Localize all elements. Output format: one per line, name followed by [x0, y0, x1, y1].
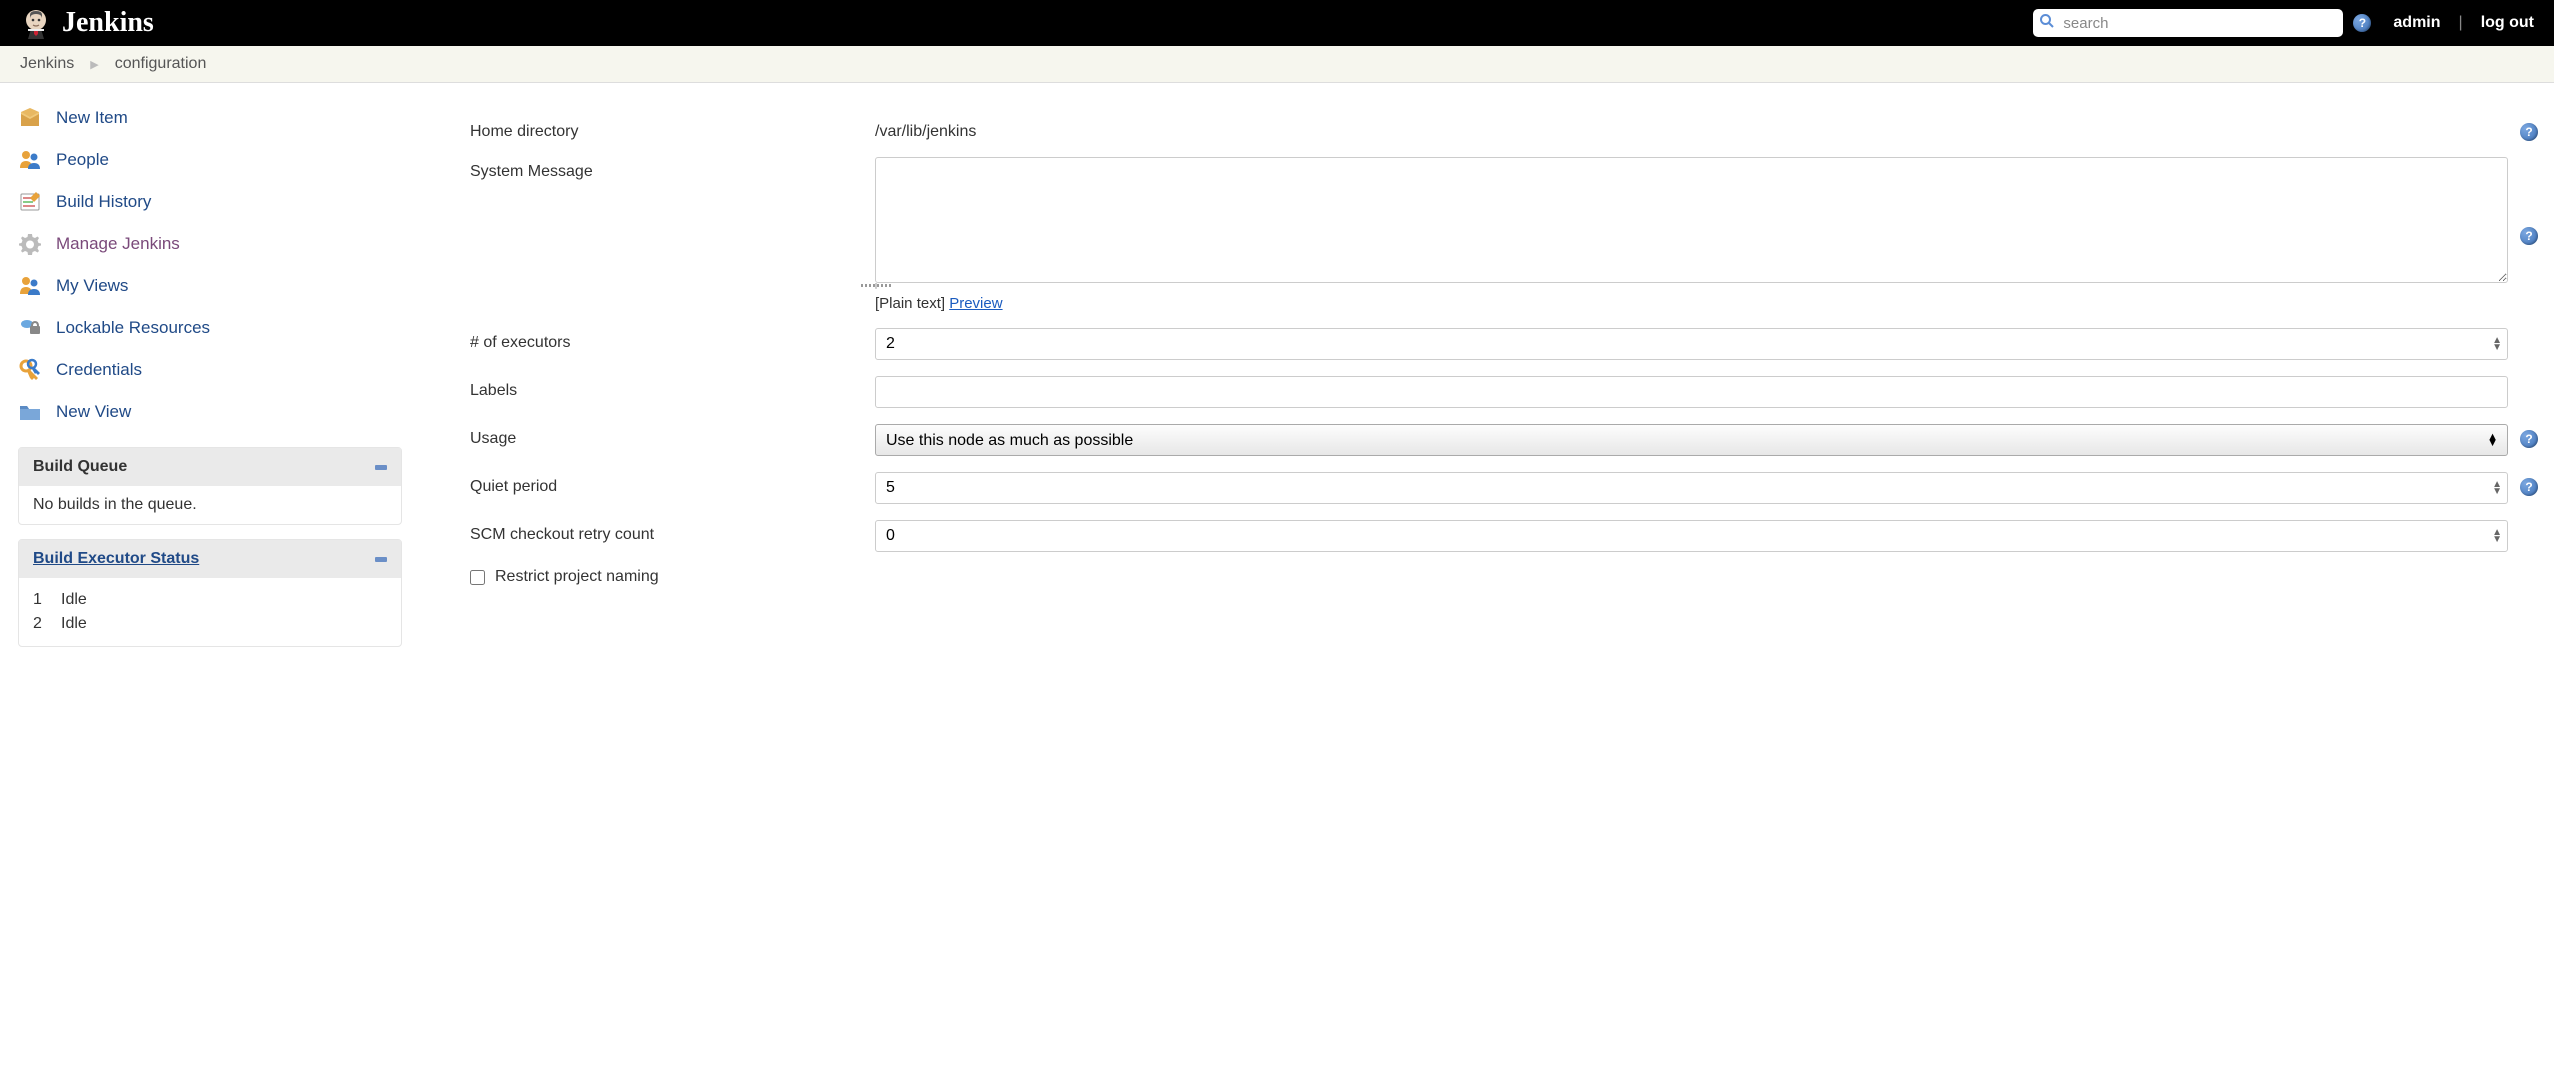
executor-state: Idle — [61, 591, 87, 609]
label-usage: Usage — [470, 424, 875, 448]
build-queue-body: No builds in the queue. — [19, 486, 401, 524]
search-help-icon[interactable]: ? — [2353, 14, 2371, 32]
user-link[interactable]: admin — [2393, 14, 2440, 32]
sidebar-label: Credentials — [56, 360, 142, 380]
search-icon — [2039, 13, 2055, 33]
executors-input[interactable] — [875, 328, 2508, 360]
breadcrumb-sep-icon: ▶ — [90, 58, 98, 71]
side-panel: New Item People Build History Manage Jen… — [0, 97, 420, 647]
sidebar-task-people[interactable]: People — [18, 139, 402, 181]
executor-row: 1 Idle — [33, 588, 387, 612]
row-executors: # of executors ▲▼ — [470, 328, 2538, 360]
breadcrumb-root[interactable]: Jenkins — [20, 55, 74, 73]
number-stepper-icon[interactable]: ▲▼ — [2492, 481, 2502, 495]
number-stepper-icon[interactable]: ▲▼ — [2492, 337, 2502, 351]
sidebar-label: Build History — [56, 192, 151, 212]
system-message-format: [Plain text] Preview — [875, 295, 1003, 312]
labels-input[interactable] — [875, 376, 2508, 408]
system-message-textarea[interactable] — [875, 157, 2508, 283]
sidebar-label: Manage Jenkins — [56, 234, 180, 254]
sidebar-task-lockable[interactable]: Lockable Resources — [18, 307, 402, 349]
row-usage: Usage Use this node as much as possible … — [470, 424, 2538, 456]
new-view-icon — [18, 400, 42, 424]
executor-status-title[interactable]: Build Executor Status — [33, 550, 199, 568]
row-scm-retry: SCM checkout retry count ▲▼ — [470, 520, 2538, 552]
label-restrict-naming: Restrict project naming — [495, 568, 659, 586]
row-system-message: System Message [Plain text] Preview ? — [470, 157, 2538, 312]
row-labels: Labels — [470, 376, 2538, 408]
build-queue-header: Build Queue — [19, 448, 401, 486]
help-icon[interactable]: ? — [2520, 227, 2538, 245]
sidebar-label: New Item — [56, 108, 128, 128]
label-scm-retry: SCM checkout retry count — [470, 520, 875, 544]
help-icon[interactable]: ? — [2520, 478, 2538, 496]
row-home-directory: Home directory /var/lib/jenkins ? — [470, 117, 2538, 141]
row-quiet-period: Quiet period ▲▼ ? — [470, 472, 2538, 504]
breadcrumb: Jenkins ▶ configuration — [0, 46, 2554, 83]
executor-row: 2 Idle — [33, 612, 387, 636]
help-icon[interactable]: ? — [2520, 123, 2538, 141]
scm-retry-input[interactable] — [875, 520, 2508, 552]
label-system-message: System Message — [470, 157, 875, 181]
collapse-icon[interactable] — [375, 557, 387, 562]
executor-status-header: Build Executor Status — [19, 540, 401, 578]
credentials-icon — [18, 358, 42, 382]
top-header: Jenkins ? admin | log out — [0, 0, 2554, 46]
sidebar-task-new-item[interactable]: New Item — [18, 97, 402, 139]
build-queue-widget: Build Queue No builds in the queue. — [18, 447, 402, 525]
lockable-icon — [18, 316, 42, 340]
sidebar-task-build-history[interactable]: Build History — [18, 181, 402, 223]
label-quiet-period: Quiet period — [470, 472, 875, 496]
sidebar-task-new-view[interactable]: New View — [18, 391, 402, 433]
logo[interactable]: Jenkins — [20, 7, 154, 39]
label-executors: # of executors — [470, 328, 875, 352]
executor-state: Idle — [61, 615, 87, 633]
row-restrict-naming: Restrict project naming — [470, 568, 2538, 586]
build-history-icon — [18, 190, 42, 214]
executor-number: 1 — [33, 591, 47, 609]
breadcrumb-current[interactable]: configuration — [115, 55, 207, 73]
logo-text: Jenkins — [62, 7, 154, 39]
format-hint: [Plain text] — [875, 295, 945, 312]
label-labels: Labels — [470, 376, 875, 400]
sidebar-label: People — [56, 150, 109, 170]
sidebar-task-manage[interactable]: Manage Jenkins — [18, 223, 402, 265]
sidebar-label: New View — [56, 402, 131, 422]
build-queue-title: Build Queue — [33, 458, 127, 476]
textarea-resize-grip[interactable] — [875, 283, 877, 289]
build-queue-empty: No builds in the queue. — [33, 496, 197, 513]
sidebar-task-my-views[interactable]: My Views — [18, 265, 402, 307]
label-home-directory: Home directory — [470, 117, 875, 141]
sidebar-label: Lockable Resources — [56, 318, 210, 338]
executor-status-body: 1 Idle 2 Idle — [19, 578, 401, 646]
restrict-naming-checkbox[interactable] — [470, 570, 485, 585]
search-input[interactable] — [2033, 9, 2343, 37]
preview-link[interactable]: Preview — [949, 295, 1002, 312]
help-icon[interactable]: ? — [2520, 430, 2538, 448]
new-item-icon — [18, 106, 42, 130]
sidebar-task-credentials[interactable]: Credentials — [18, 349, 402, 391]
header-separator: | — [2459, 14, 2463, 32]
executor-status-widget: Build Executor Status 1 Idle 2 Idle — [18, 539, 402, 647]
gear-icon — [18, 232, 42, 256]
number-stepper-icon[interactable]: ▲▼ — [2492, 529, 2502, 543]
collapse-icon[interactable] — [375, 465, 387, 470]
header-links: admin | log out — [2393, 14, 2534, 32]
config-form: Home directory /var/lib/jenkins ? System… — [420, 97, 2554, 647]
sidebar-label: My Views — [56, 276, 128, 296]
value-home-directory: /var/lib/jenkins — [875, 117, 976, 141]
quiet-period-input[interactable] — [875, 472, 2508, 504]
my-views-icon — [18, 274, 42, 298]
jenkins-logo-icon — [20, 7, 52, 39]
search-box — [2033, 9, 2343, 37]
executor-number: 2 — [33, 615, 47, 633]
logout-link[interactable]: log out — [2481, 14, 2534, 32]
usage-select[interactable]: Use this node as much as possible — [875, 424, 2508, 456]
people-icon — [18, 148, 42, 172]
